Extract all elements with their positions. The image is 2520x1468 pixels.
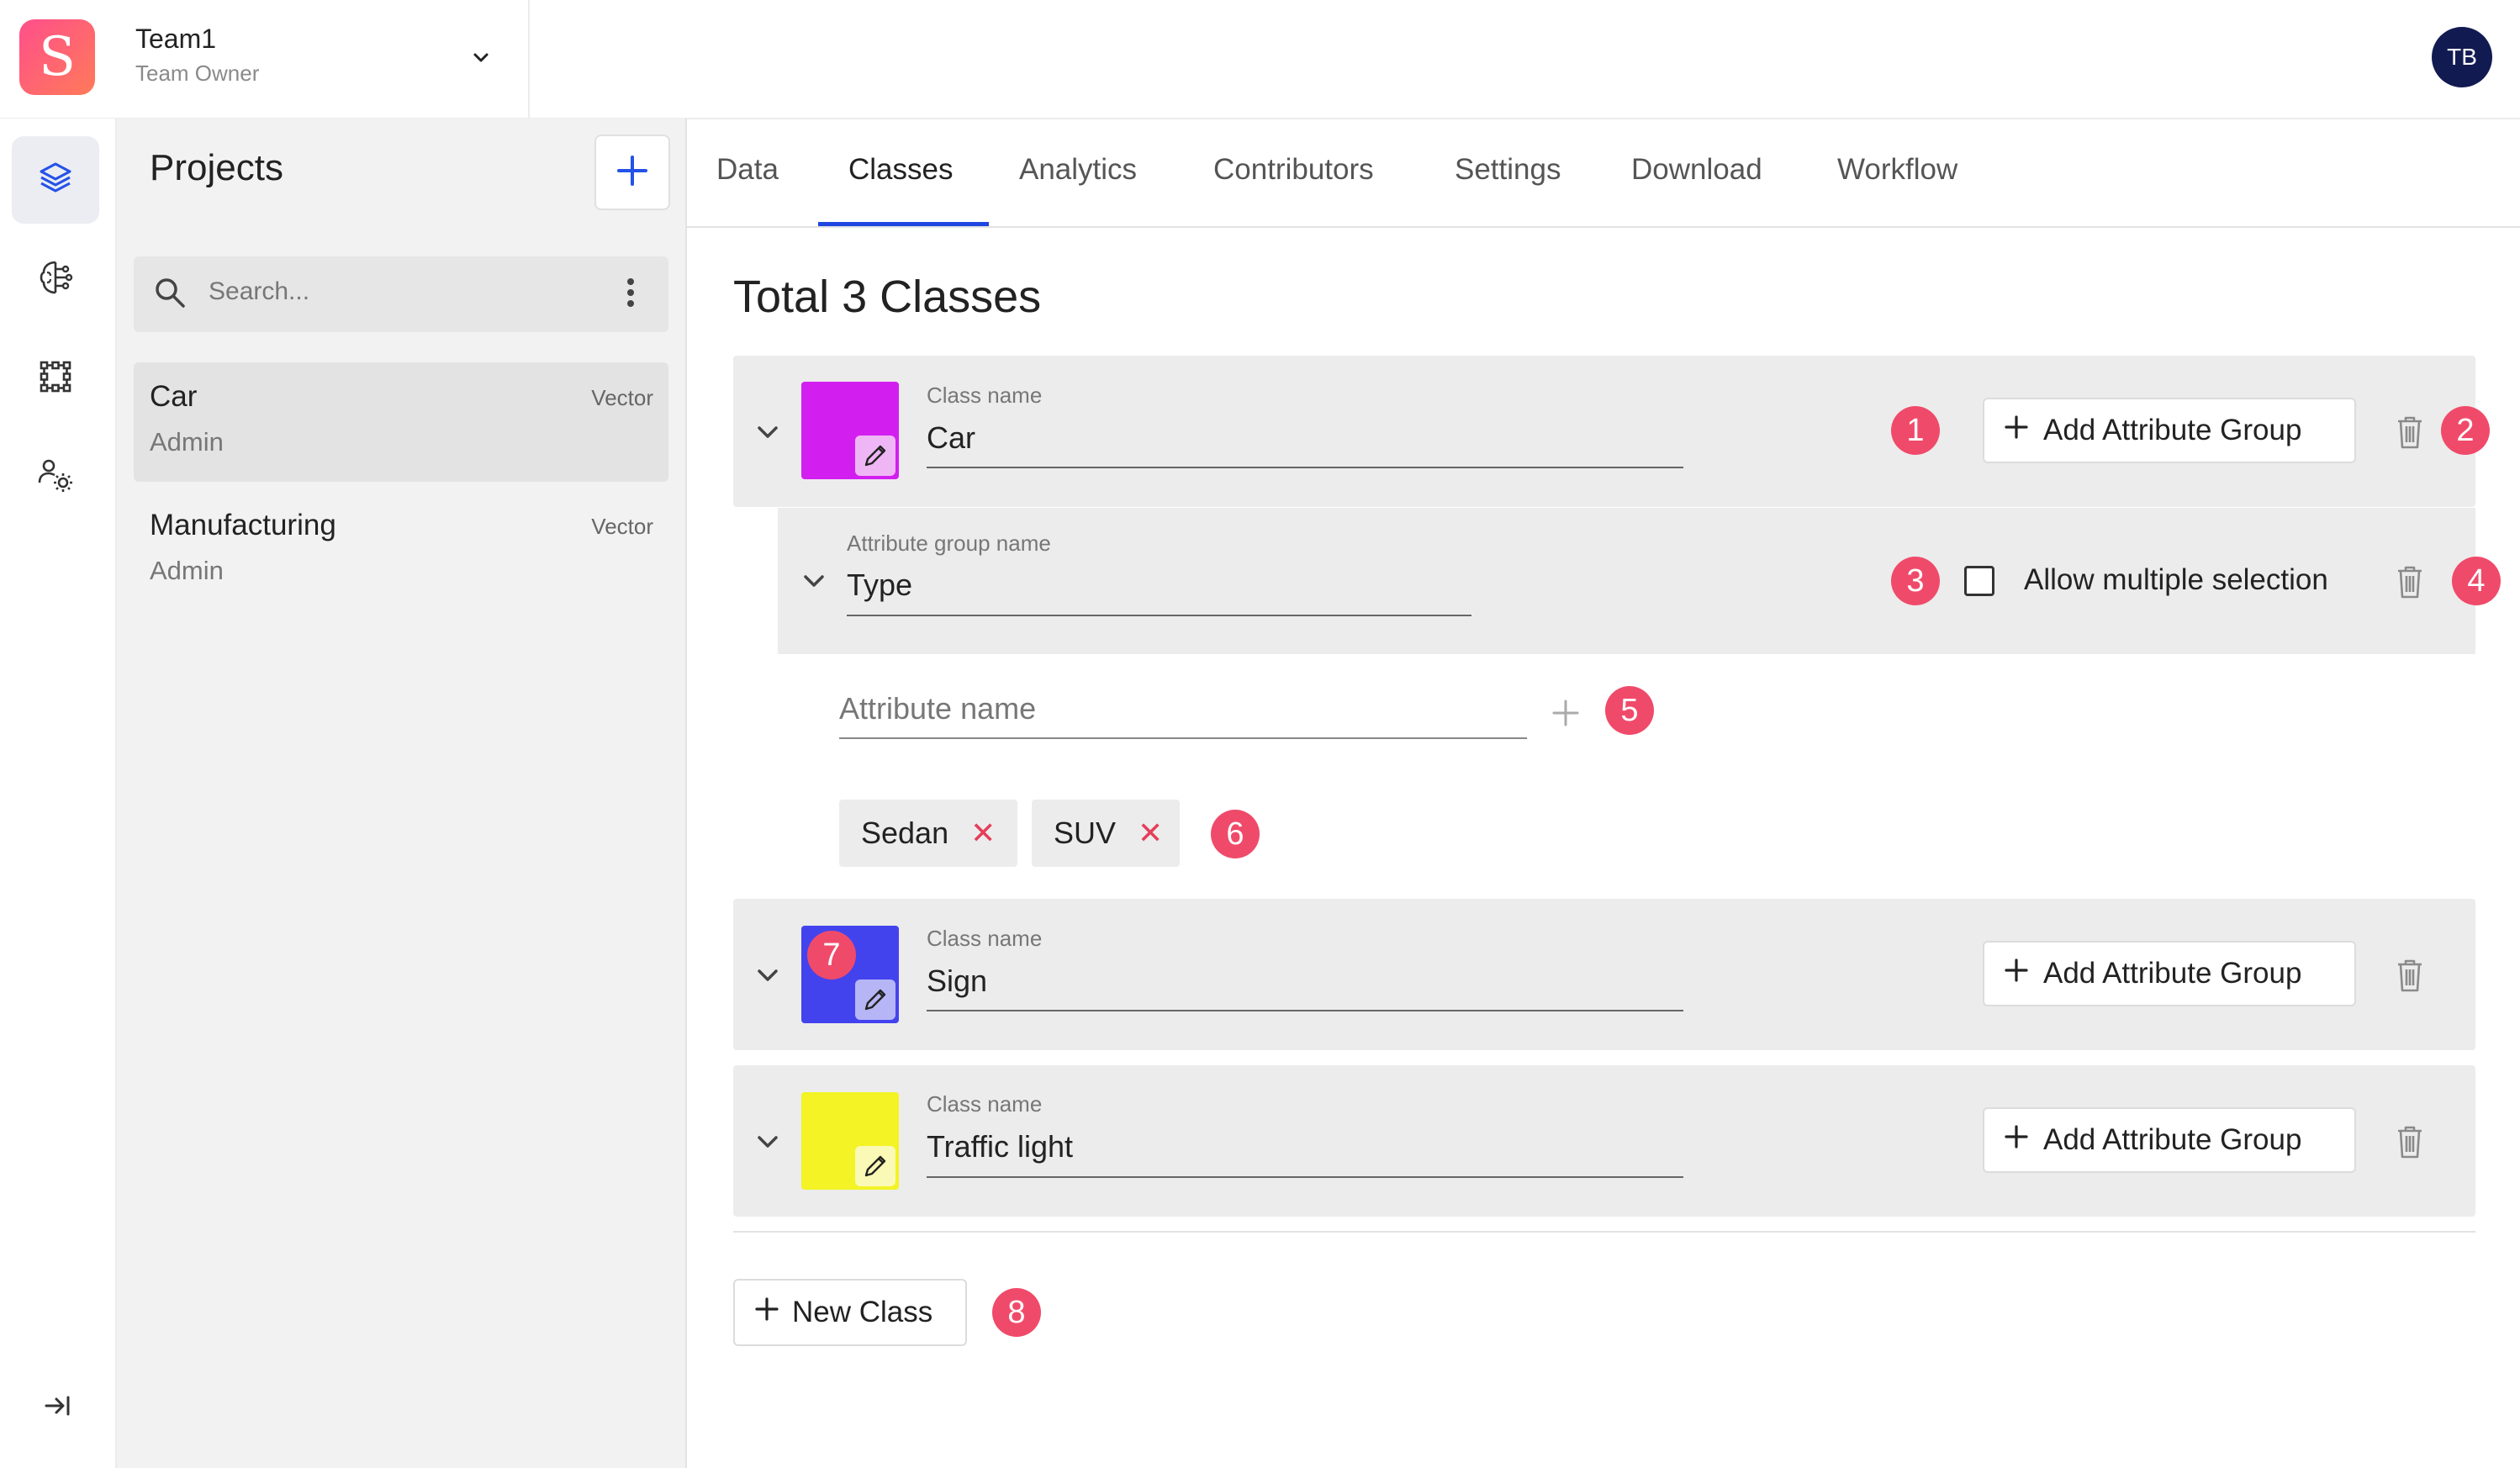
plus-icon bbox=[614, 152, 651, 193]
attribute-chip-sedan: Sedan ✕ bbox=[839, 800, 1017, 867]
tab-analytics[interactable]: Analytics bbox=[1019, 153, 1137, 187]
add-attribute-group-label: Add Attribute Group bbox=[2043, 414, 2302, 446]
app-logo: S bbox=[19, 19, 95, 95]
header-divider bbox=[528, 0, 530, 118]
callout-badge: 5 bbox=[1605, 686, 1654, 735]
layers-icon bbox=[37, 160, 74, 201]
projects-title: Projects bbox=[150, 147, 283, 188]
chevron-down-icon[interactable] bbox=[797, 564, 831, 598]
class-name-input[interactable]: Car bbox=[927, 420, 975, 456]
project-tabs bbox=[687, 119, 2520, 228]
grid-nodes-icon bbox=[37, 358, 74, 399]
project-role: Admin bbox=[150, 427, 224, 457]
rail-projects-button[interactable] bbox=[12, 136, 99, 224]
search-icon bbox=[151, 274, 188, 311]
rail-models-button[interactable] bbox=[12, 235, 99, 323]
plus-icon bbox=[2003, 1123, 2030, 1158]
pencil-icon[interactable] bbox=[855, 1146, 895, 1186]
class-name-label: Class name bbox=[927, 1091, 1043, 1117]
plus-icon bbox=[753, 1296, 780, 1330]
callout-badge: 6 bbox=[1211, 810, 1260, 858]
callout-badge: 2 bbox=[2441, 406, 2490, 455]
add-attribute-group-button[interactable]: Add Attribute Group bbox=[1983, 398, 2356, 463]
tab-workflow[interactable]: Workflow bbox=[1837, 153, 1957, 187]
tab-data[interactable]: Data bbox=[716, 153, 779, 187]
new-class-label: New Class bbox=[792, 1296, 933, 1328]
attribute-chip-suv: SUV ✕ bbox=[1032, 800, 1180, 867]
collapse-right-icon[interactable] bbox=[40, 1387, 77, 1424]
add-attribute-group-label: Add Attribute Group bbox=[2043, 1123, 2302, 1156]
tab-classes[interactable]: Classes bbox=[848, 153, 953, 187]
class-color-swatch[interactable] bbox=[801, 382, 899, 479]
rail-workflow-button[interactable] bbox=[12, 335, 99, 422]
plus-icon bbox=[2003, 957, 2030, 991]
allow-multiple-checkbox[interactable] bbox=[1964, 566, 1994, 596]
callout-badge: 4 bbox=[2452, 557, 2501, 605]
more-options-icon[interactable] bbox=[618, 274, 643, 311]
attribute-name-underline bbox=[839, 737, 1527, 739]
allow-multiple-label: Allow multiple selection bbox=[2024, 563, 2328, 596]
attribute-name-input[interactable]: Attribute name bbox=[839, 691, 1036, 726]
tab-contributors[interactable]: Contributors bbox=[1213, 153, 1374, 187]
class-name-label: Class name bbox=[927, 383, 1043, 408]
attribute-chip-label: SUV bbox=[1054, 816, 1117, 850]
brain-icon bbox=[35, 257, 76, 302]
trash-icon[interactable] bbox=[2393, 563, 2427, 600]
top-bar bbox=[0, 0, 2520, 119]
callout-badge: 8 bbox=[992, 1288, 1041, 1337]
class-name-underline bbox=[927, 1010, 1683, 1011]
tab-settings[interactable]: Settings bbox=[1455, 153, 1561, 187]
project-role: Admin bbox=[150, 556, 224, 585]
project-name: Car bbox=[150, 380, 198, 413]
project-type: Vector bbox=[591, 514, 653, 539]
trash-icon[interactable] bbox=[2393, 414, 2427, 451]
class-name-label: Class name bbox=[927, 926, 1043, 951]
chevron-down-icon[interactable] bbox=[751, 958, 785, 992]
attribute-group-underline bbox=[847, 615, 1471, 616]
remove-chip-close-icon[interactable]: ✕ bbox=[1138, 816, 1163, 851]
class-name-input[interactable]: Traffic light bbox=[927, 1129, 1073, 1164]
tab-download[interactable]: Download bbox=[1631, 153, 1762, 187]
class-name-input[interactable]: Sign bbox=[927, 964, 987, 999]
pencil-icon[interactable] bbox=[855, 980, 895, 1020]
project-name: Manufacturing bbox=[150, 509, 336, 541]
chevron-down-icon[interactable] bbox=[751, 415, 785, 449]
add-attribute-group-button[interactable]: Add Attribute Group bbox=[1983, 1107, 2356, 1173]
add-project-button[interactable] bbox=[594, 135, 670, 210]
add-attribute-group-button[interactable]: Add Attribute Group bbox=[1983, 941, 2356, 1006]
project-item-car[interactable] bbox=[134, 362, 668, 482]
active-tab-indicator bbox=[818, 222, 989, 226]
total-classes-heading: Total 3 Classes bbox=[733, 272, 1042, 322]
new-class-button[interactable]: New Class bbox=[733, 1279, 967, 1346]
pencil-icon[interactable] bbox=[855, 436, 895, 476]
rail-team-settings-button[interactable] bbox=[12, 434, 99, 521]
add-attribute-plus-icon[interactable] bbox=[1549, 696, 1582, 730]
add-attribute-group-label: Add Attribute Group bbox=[2043, 957, 2302, 990]
remove-chip-close-icon[interactable]: ✕ bbox=[970, 816, 996, 851]
trash-icon[interactable] bbox=[2393, 957, 2427, 994]
users-settings-icon bbox=[35, 456, 76, 500]
attribute-group-label: Attribute group name bbox=[847, 531, 1051, 556]
callout-badge: 1 bbox=[1891, 406, 1940, 455]
attribute-chip-label: Sedan bbox=[861, 816, 949, 850]
team-switcher-chevron-icon[interactable] bbox=[464, 40, 498, 74]
team-role: Team Owner bbox=[135, 61, 260, 86]
attribute-group-input[interactable]: Type bbox=[847, 568, 912, 603]
project-type: Vector bbox=[591, 385, 653, 410]
user-avatar[interactable]: TB bbox=[2432, 27, 2492, 87]
search-placeholder: Search... bbox=[209, 277, 310, 305]
plus-icon bbox=[2003, 414, 2030, 448]
callout-badge: 7 bbox=[807, 931, 856, 980]
class-color-swatch[interactable] bbox=[801, 1092, 899, 1190]
chevron-down-icon[interactable] bbox=[751, 1125, 785, 1159]
class-name-underline bbox=[927, 467, 1683, 468]
callout-badge: 3 bbox=[1891, 557, 1940, 605]
team-name[interactable]: Team1 bbox=[135, 24, 216, 55]
class-name-underline bbox=[927, 1176, 1683, 1178]
trash-icon[interactable] bbox=[2393, 1123, 2427, 1160]
classes-divider bbox=[733, 1231, 2475, 1233]
